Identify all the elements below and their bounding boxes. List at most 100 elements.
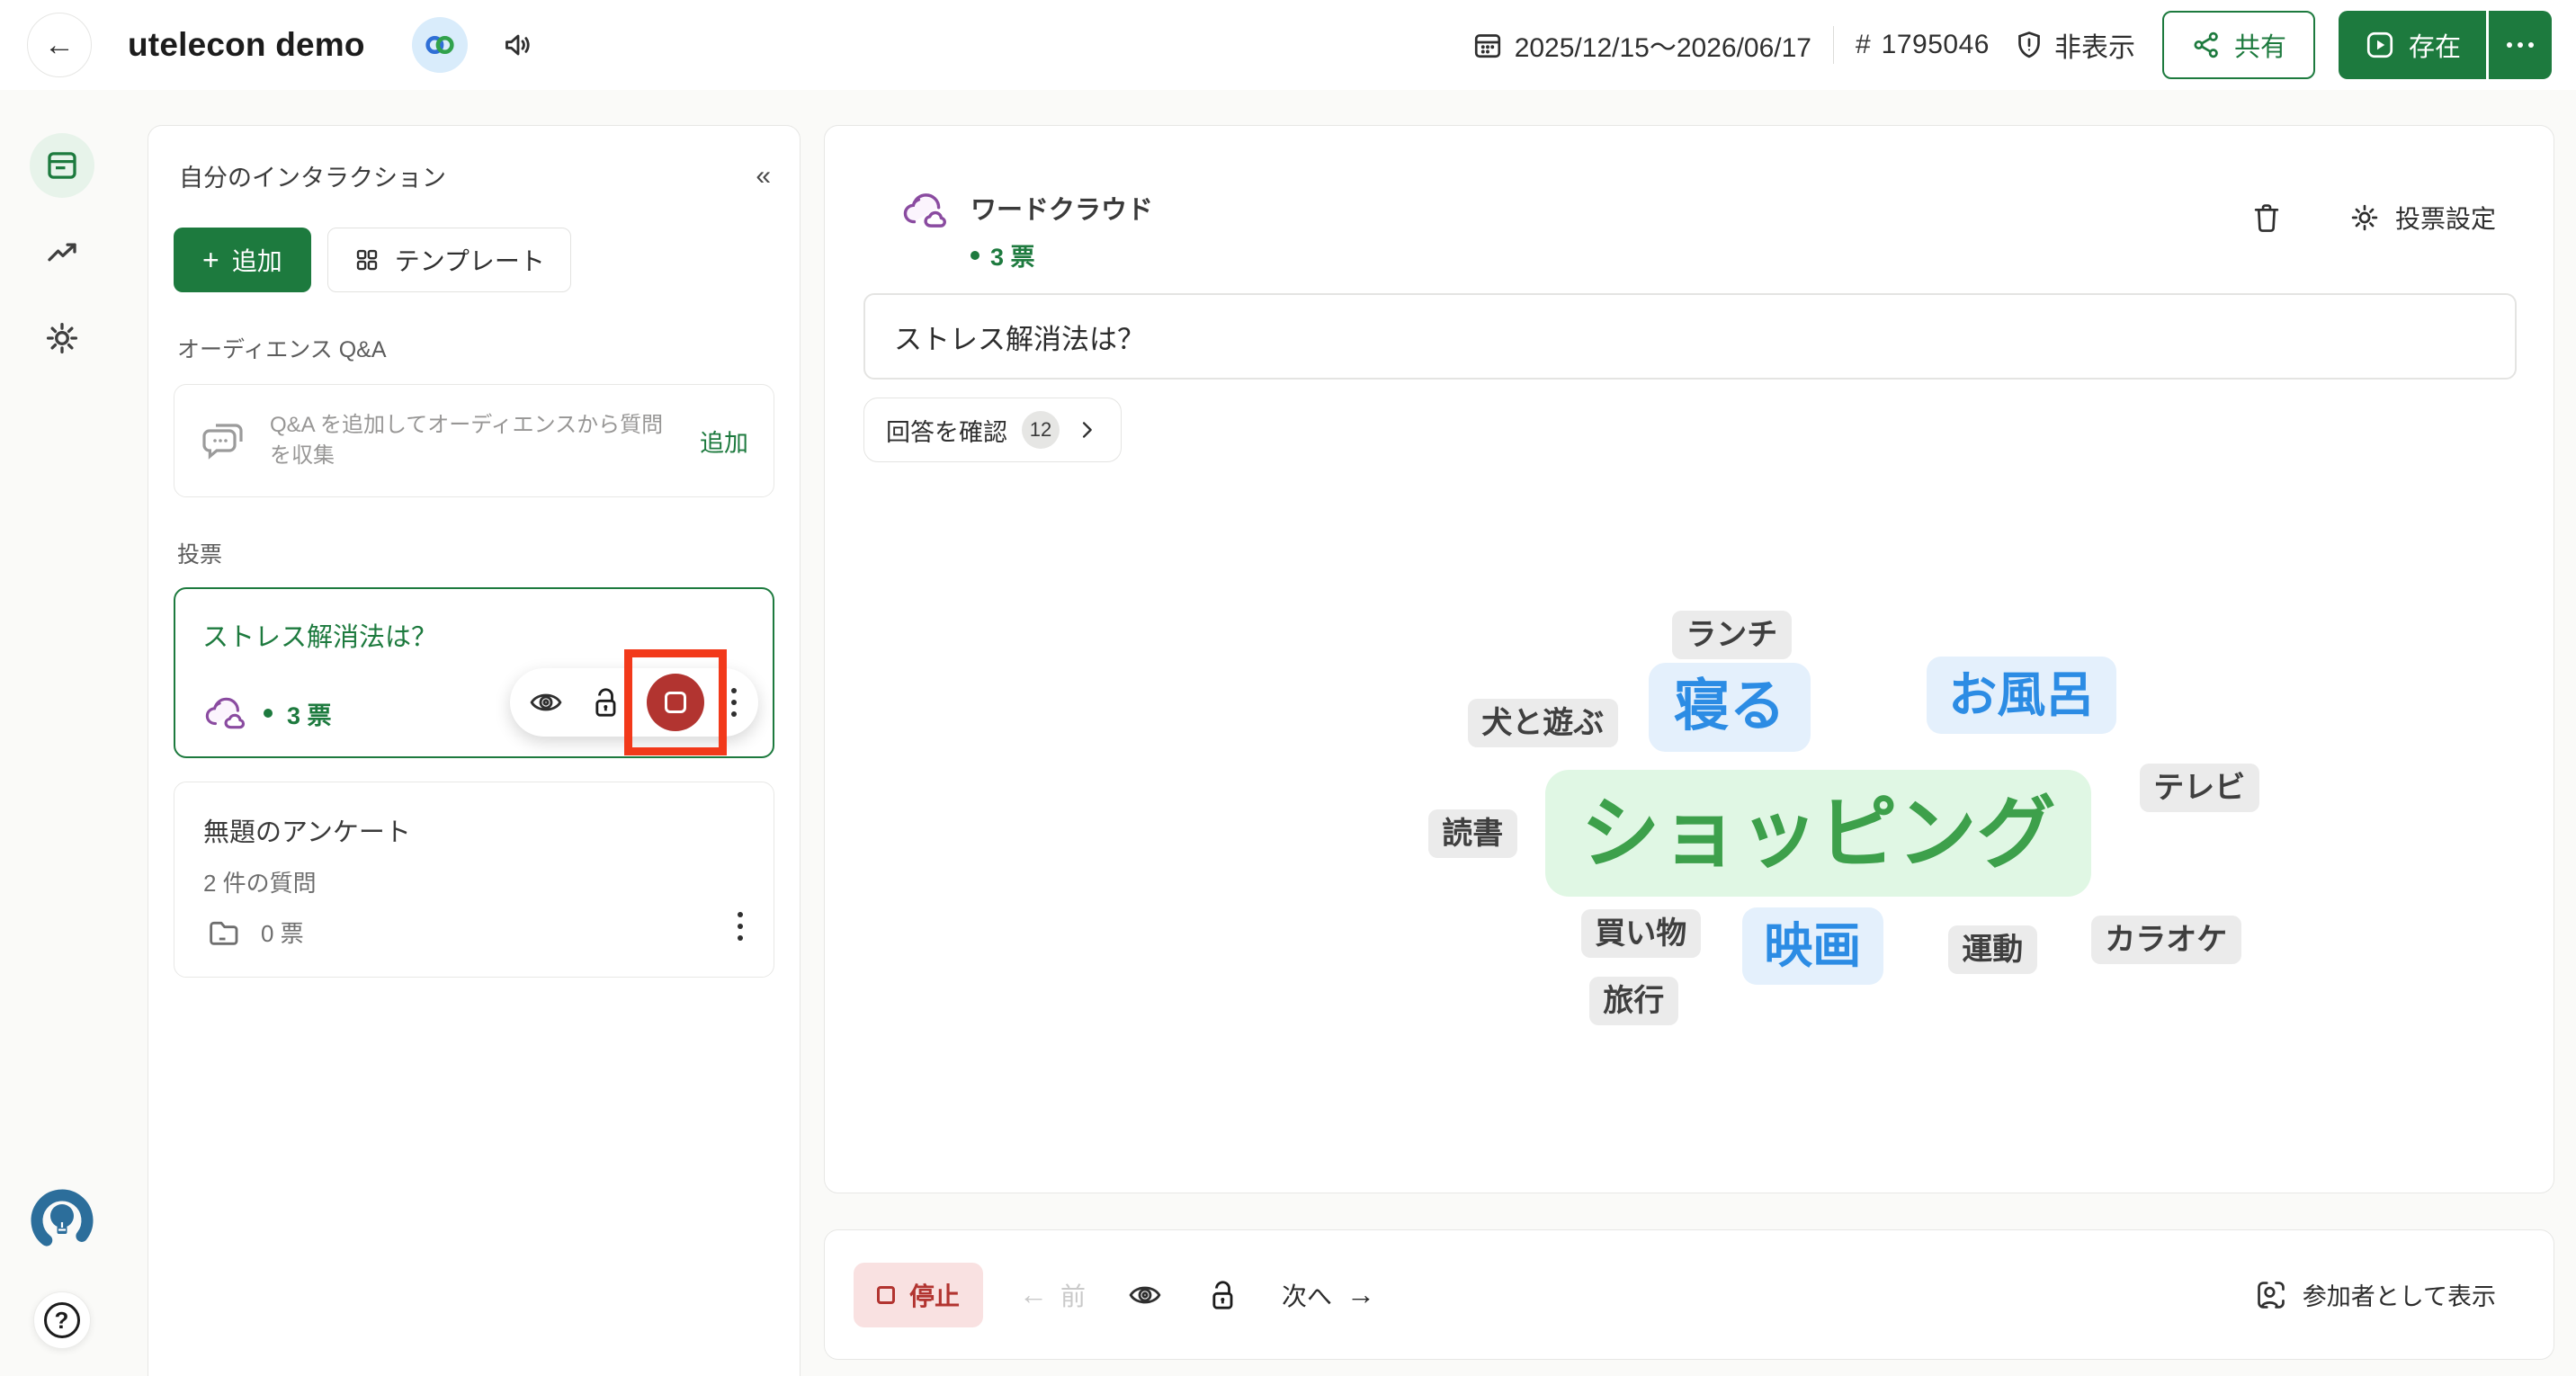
poll-item-title: ストレス解消法は？ <box>202 616 746 654</box>
present-more-button[interactable] <box>2489 11 2552 79</box>
more-dots-icon <box>2507 42 2512 48</box>
survey-list-item[interactable]: 無題のアンケート 2 件の質問 0 票 <box>174 782 774 978</box>
stop-label: 停止 <box>909 1277 960 1313</box>
hide-results-button[interactable] <box>1127 1277 1163 1313</box>
share-icon <box>2191 30 2222 60</box>
stop-button[interactable]: 停止 <box>854 1263 983 1327</box>
participant-view-icon <box>2254 1278 2288 1312</box>
collapse-panel-icon[interactable]: « <box>756 161 771 192</box>
lock-voting-button[interactable] <box>1204 1277 1240 1313</box>
app-root: ← utelecon demo 2025/12/15～2026/06/ <box>0 0 2576 1376</box>
survey-folder-icon <box>203 914 243 950</box>
event-date-range: 2025/12/15～2026/06/17 <box>1515 25 1811 65</box>
question-mark-icon: ? <box>44 1302 80 1338</box>
present-label: 存在 <box>2409 26 2461 64</box>
qa-section-label: オーディエンス Q&A <box>174 332 774 364</box>
help-button[interactable]: ? <box>33 1291 91 1349</box>
word-cloud-word: 映画 <box>1742 907 1883 985</box>
event-dates[interactable]: 2025/12/15～2026/06/17 <box>1471 25 1811 65</box>
left-arrow-icon: ← <box>1019 1278 1048 1311</box>
poll-item-votes: 3 票 <box>287 696 332 731</box>
eye-icon <box>528 684 564 720</box>
rail-bottom: ? <box>28 1186 96 1349</box>
rail-analytics-tab[interactable] <box>30 219 94 284</box>
word-cloud: ランチ寝るお風呂犬と遊ぶテレビ読書ショッピング買い物映画運動カラオケ旅行 <box>825 126 2554 1193</box>
view-as-participant-button[interactable]: 参加者として表示 <box>2254 1277 2496 1312</box>
visibility-label: 非表示 <box>2054 25 2135 65</box>
gear-icon <box>43 319 81 357</box>
poll-more-options-button[interactable] <box>728 684 740 720</box>
template-button-label: テンプレート <box>395 242 545 278</box>
survey-title: 無題のアンケート <box>203 811 745 849</box>
word-cloud-word: ランチ <box>1672 611 1792 659</box>
interactions-icon <box>43 147 81 184</box>
present-button[interactable]: 存在 <box>2339 11 2486 79</box>
visibility-toggle[interactable]: 非表示 <box>2013 25 2135 65</box>
poll-list-item-active[interactable]: ストレス解消法は？ 3 票 <box>174 587 774 758</box>
next-label: 次へ <box>1282 1277 1332 1313</box>
qa-hint-text: Q&A を追加してオーディエンスから質問を収集 <box>270 410 680 471</box>
word-cloud-word: 買い物 <box>1581 909 1701 958</box>
plus-icon: + <box>202 244 219 277</box>
calendar-icon <box>1471 29 1504 61</box>
event-code-value: 1795046 <box>1882 30 1990 60</box>
word-cloud-word: テレビ <box>2140 764 2259 812</box>
right-arrow-icon: → <box>1346 1278 1375 1311</box>
word-cloud-word: 犬と遊ぶ <box>1468 699 1618 747</box>
survey-question-count: 2 件の質問 <box>203 865 745 898</box>
hash-icon: # <box>1856 30 1871 60</box>
left-rail: ? <box>0 90 123 1376</box>
rail-top <box>30 133 94 371</box>
megaphone-icon <box>500 27 536 63</box>
back-arrow-icon: ← <box>44 28 75 63</box>
presentation-control-bar: 停止 ← 前 次へ → <box>824 1229 2554 1360</box>
share-label: 共有 <box>2234 26 2286 64</box>
next-button[interactable]: 次へ → <box>1282 1277 1375 1313</box>
hide-results-button[interactable] <box>528 684 564 720</box>
present-button-group: 存在 <box>2339 11 2552 79</box>
play-icon <box>2364 29 2396 61</box>
shield-alert-icon <box>2013 29 2045 61</box>
interactions-panel: 自分のインタラクション « + 追加 テンプレート オーディエンス Q&A <box>148 125 801 1376</box>
word-cloud-word: 読書 <box>1428 809 1517 858</box>
top-bar: ← utelecon demo 2025/12/15～2026/06/ <box>0 0 2576 90</box>
trending-up-icon <box>43 233 81 271</box>
qa-empty-card: Q&A を追加してオーディエンスから質問を収集 追加 <box>174 384 774 497</box>
share-button[interactable]: 共有 <box>2162 11 2315 79</box>
poll-detail-card: ワードクラウド 3 票 <box>824 125 2554 1193</box>
panel-title: 自分のインタラクション <box>179 158 446 193</box>
poll-hover-toolbar <box>510 668 758 737</box>
word-cloud-word: 寝る <box>1649 663 1811 752</box>
grid-icon <box>353 246 380 273</box>
stop-icon <box>665 692 686 713</box>
word-cloud-word: お風呂 <box>1927 657 2116 734</box>
previous-button-disabled[interactable]: ← 前 <box>1019 1277 1086 1313</box>
chat-bubbles-icon <box>200 415 250 466</box>
product-logo <box>28 1186 96 1259</box>
word-cloud-word: 運動 <box>1948 925 2037 974</box>
event-code: # 1795046 <box>1856 30 1990 60</box>
stop-poll-button[interactable] <box>647 674 704 731</box>
event-title: utelecon demo <box>128 26 365 64</box>
word-cloud-word: カラオケ <box>2091 916 2241 964</box>
add-interaction-button[interactable]: + 追加 <box>174 228 311 292</box>
template-button[interactable]: テンプレート <box>327 228 571 292</box>
rail-settings-tab[interactable] <box>30 306 94 371</box>
back-button[interactable]: ← <box>27 13 92 77</box>
webex-integration-icon <box>412 17 468 73</box>
unlock-icon <box>1204 1277 1240 1313</box>
word-cloud-word: ショッピング <box>1545 770 2091 897</box>
survey-more-options-button[interactable] <box>734 908 747 944</box>
eye-icon <box>1127 1277 1163 1313</box>
add-button-label: 追加 <box>232 242 282 278</box>
lock-voting-button[interactable] <box>587 684 623 720</box>
word-cloud-type-icon <box>202 693 249 733</box>
live-dot <box>264 709 273 718</box>
rail-interactions-tab[interactable] <box>30 133 94 198</box>
divider <box>1833 26 1834 64</box>
unlock-icon <box>587 684 623 720</box>
previous-label: 前 <box>1060 1277 1086 1313</box>
qa-add-link[interactable]: 追加 <box>700 424 748 459</box>
stop-poll-wrap <box>647 674 704 731</box>
polls-section-label: 投票 <box>174 537 774 569</box>
